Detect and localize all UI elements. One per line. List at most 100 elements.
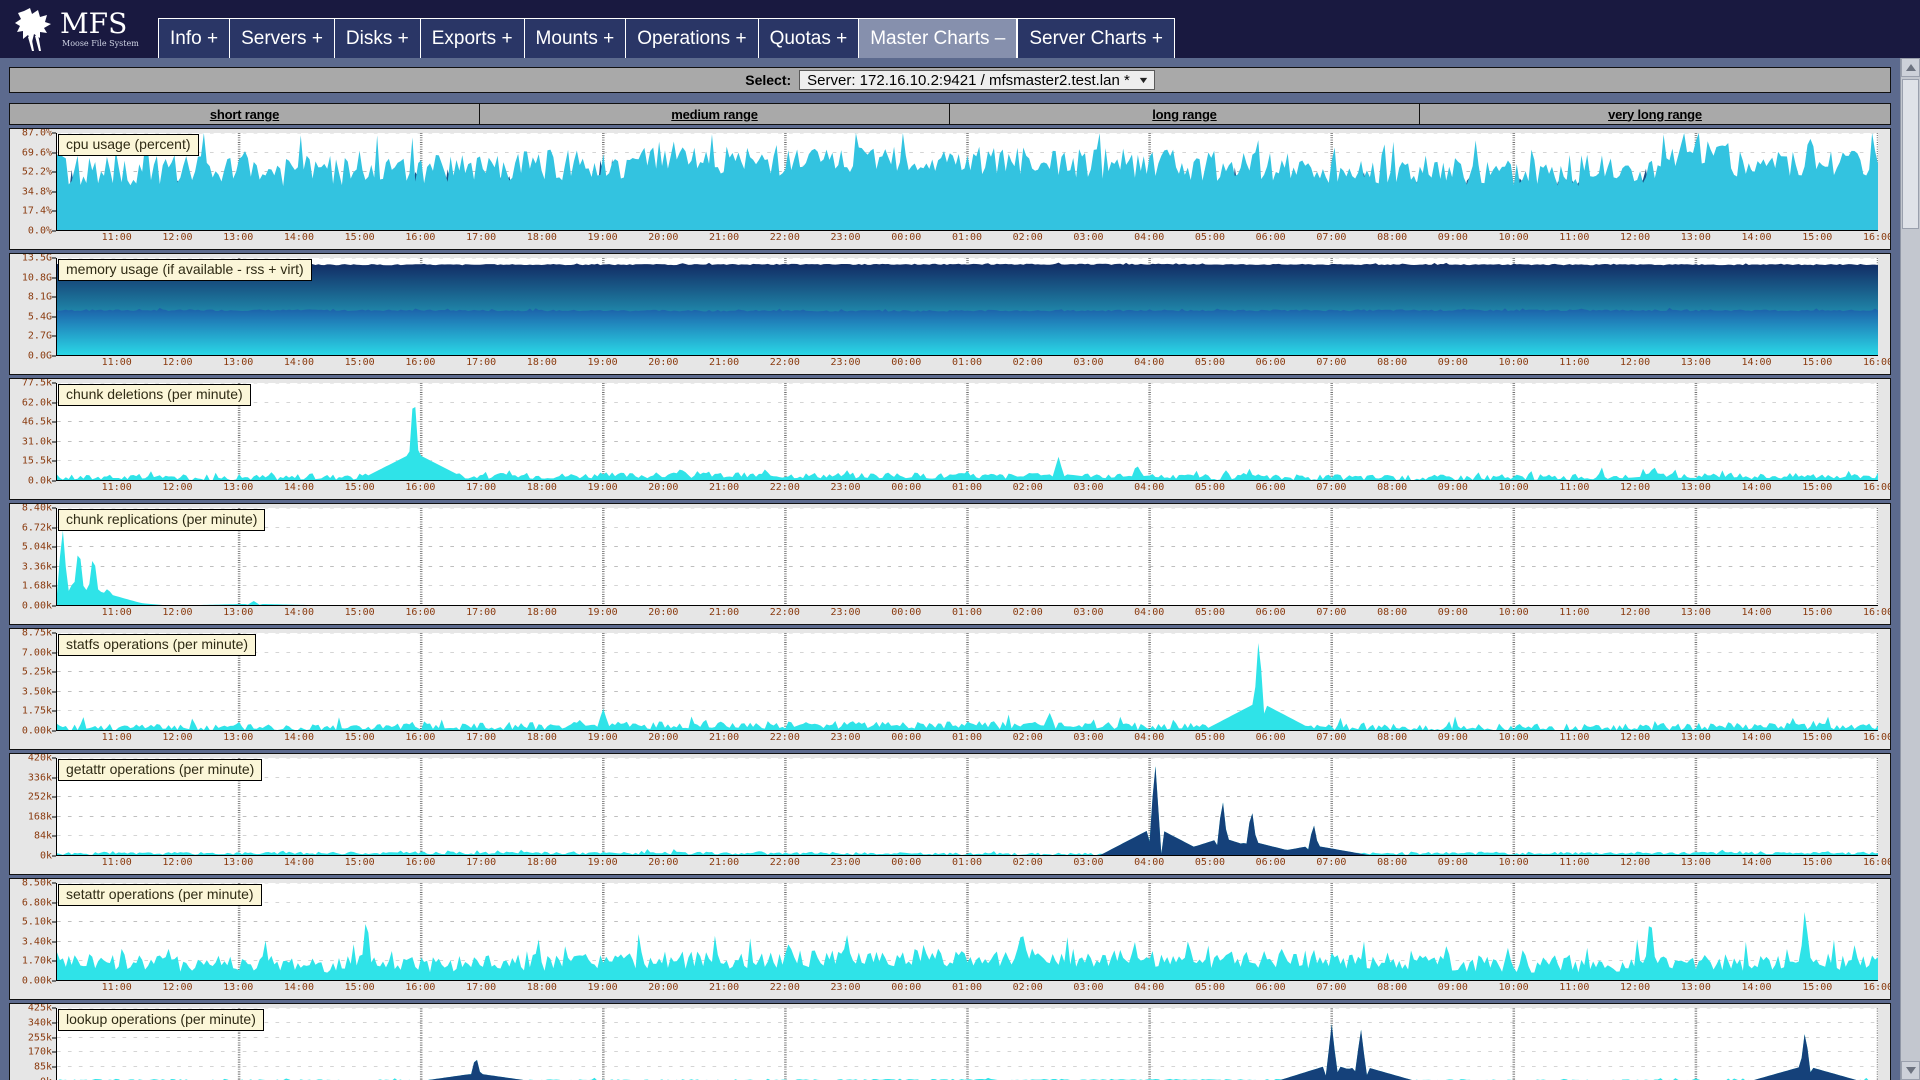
x-tick-label: 16:00 (405, 232, 436, 243)
y-tick-label: 8.50k (21, 878, 52, 889)
tab-exports[interactable]: Exports + (419, 18, 524, 58)
x-tick-label: 03:00 (1073, 982, 1104, 993)
x-tick-label: 09:00 (1437, 232, 1468, 243)
x-tick-label: 06:00 (1255, 732, 1286, 743)
x-tick-label: 19:00 (587, 732, 618, 743)
tab-quotas[interactable]: Quotas + (757, 18, 859, 58)
server-select-dropdown[interactable]: Server: 172.16.10.2:9421 / mfsmaster2.te… (799, 70, 1155, 90)
scrollbar-thumb[interactable] (1902, 79, 1919, 229)
chart-cpu-usage[interactable]: 0.0% 17.4% 34.8% 52.2% 69.6% 87.0% cpu usage (… (9, 128, 1891, 250)
range-medium[interactable]: medium range (671, 107, 758, 122)
y-tick-label: 5.10k (21, 916, 52, 928)
y-tick-mark (52, 652, 56, 654)
x-tick-label: 14:00 (1741, 982, 1772, 993)
server-select-value: Server: 172.16.10.2:9421 / mfsmaster2.te… (807, 71, 1130, 89)
server-select-bar: Select: Server: 172.16.10.2:9421 / mfsma… (9, 67, 1891, 93)
tab-mounts[interactable]: Mounts + (523, 18, 626, 58)
x-tick-label: 03:00 (1073, 857, 1104, 868)
tab-operations[interactable]: Operations + (625, 18, 758, 58)
range-long[interactable]: long range (1152, 107, 1217, 122)
x-tick-label: 18:00 (526, 857, 557, 868)
x-tick-label: 23:00 (830, 857, 861, 868)
x-tick-label: 16:00 (1862, 232, 1891, 243)
x-tick-label: 05:00 (1194, 982, 1225, 993)
x-tick-label: 18:00 (526, 232, 557, 243)
chart-chunk-replications-x-axis: 11:00 12:00 13:00 14:00 15:00 16:00 17:00 18:00… (56, 606, 1890, 624)
charts-container: 0.0% 17.4% 34.8% 52.2% 69.6% 87.0% cpu usage (… (9, 128, 1911, 1080)
x-tick-label: 16:00 (1862, 607, 1891, 618)
y-tick-label: 420k (27, 753, 52, 764)
chart-getattr-operations[interactable]: 0k 84k 168k 252k 336k 420k getattr operations … (9, 753, 1891, 875)
y-tick-label: 10.8G (21, 272, 52, 284)
x-tick-label: 15:00 (344, 982, 375, 993)
vertical-scrollbar[interactable] (1900, 58, 1920, 1080)
y-tick-mark (52, 691, 56, 693)
y-tick-label: 1.70k (21, 955, 52, 967)
chart-statfs-operations-plot-area (56, 633, 1878, 731)
y-tick-label: 340k (27, 1017, 52, 1029)
y-tick-mark (52, 796, 56, 798)
y-tick-label: 46.5k (21, 416, 52, 428)
chart-getattr-operations-y-axis: 0k 84k 168k 252k 336k 420k (10, 753, 56, 874)
x-tick-label: 11:00 (1559, 232, 1590, 243)
chart-setattr-operations-title: setattr operations (per minute) (58, 884, 262, 906)
x-tick-label: 14:00 (283, 607, 314, 618)
tab-master-charts[interactable]: Master Charts – (858, 18, 1018, 58)
y-tick-mark (52, 507, 56, 509)
chart-cpu-usage-series-1 (57, 133, 1878, 230)
x-tick-label: 08:00 (1377, 732, 1408, 743)
x-tick-label: 20:00 (648, 982, 679, 993)
x-tick-label: 13:00 (1680, 857, 1711, 868)
range-very-long-cell: very long range (1420, 104, 1890, 124)
y-tick-mark (52, 710, 56, 712)
scroll-down-arrow[interactable] (1901, 1061, 1920, 1080)
x-tick-label: 17:00 (466, 482, 497, 493)
x-tick-label: 12:00 (162, 857, 193, 868)
chart-cpu-usage-x-axis: 11:00 12:00 13:00 14:00 15:00 16:00 17:00 18:00… (56, 231, 1890, 249)
y-tick-mark (52, 816, 56, 818)
x-tick-label: 20:00 (648, 857, 679, 868)
y-tick-label: 0.00k (21, 725, 52, 737)
x-tick-label: 07:00 (1316, 732, 1347, 743)
chart-getattr-operations-series-1 (57, 766, 1878, 855)
x-tick-label: 23:00 (830, 607, 861, 618)
y-tick-mark (52, 1022, 56, 1024)
chart-setattr-operations[interactable]: 0.00k 1.70k 3.40k 5.10k 6.80k 8.50k setattr op… (9, 878, 1891, 1000)
chart-chunk-replications-plot-area (56, 508, 1878, 606)
x-tick-label: 22:00 (769, 482, 800, 493)
chart-chunk-replications[interactable]: 0.00k 1.68k 3.36k 5.04k 6.72k 8.40k chunk repl… (9, 503, 1891, 625)
x-tick-label: 18:00 (526, 607, 557, 618)
chart-lookup-operations[interactable]: 0k 85k 170k 255k 340k 425k lookup operations (… (9, 1003, 1891, 1080)
x-tick-label: 22:00 (769, 357, 800, 368)
mfs-logo[interactable]: MFS Moose File System (8, 2, 150, 58)
x-tick-label: 07:00 (1316, 357, 1347, 368)
x-tick-label: 20:00 (648, 482, 679, 493)
x-tick-label: 16:00 (405, 482, 436, 493)
chart-chunk-replications-title: chunk replications (per minute) (58, 509, 266, 531)
x-tick-label: 11:00 (1559, 607, 1590, 618)
x-tick-label: 22:00 (769, 232, 800, 243)
chart-memory-usage[interactable]: 0.0G 2.7G 5.4G 8.1G 10.8G 13.5G memory usage (… (9, 253, 1891, 375)
chart-statfs-operations-y-axis: 0.00k 1.75k 3.50k 5.25k 7.00k 8.75k (10, 628, 56, 749)
y-tick-label: 8.75k (21, 628, 52, 639)
x-tick-label: 17:00 (466, 232, 497, 243)
scroll-up-arrow[interactable] (1901, 58, 1920, 77)
x-tick-label: 02:00 (1012, 357, 1043, 368)
x-tick-label: 07:00 (1316, 982, 1347, 993)
range-very-long[interactable]: very long range (1608, 107, 1702, 122)
svg-text:Moose File System: Moose File System (62, 39, 139, 48)
x-tick-label: 15:00 (1802, 232, 1833, 243)
tab-server-charts[interactable]: Server Charts + (1017, 18, 1175, 58)
tab-disks[interactable]: Disks + (333, 18, 420, 58)
tab-info[interactable]: Info + (158, 18, 230, 58)
y-tick-mark (52, 230, 56, 232)
chart-statfs-operations[interactable]: 0.00k 1.75k 3.50k 5.25k 7.00k 8.75k statfs ope… (9, 628, 1891, 750)
y-tick-label: 5.4G (27, 311, 52, 323)
range-short[interactable]: short range (210, 107, 280, 122)
tab-servers[interactable]: Servers + (229, 18, 334, 58)
y-tick-label: 85k (33, 1061, 52, 1073)
x-tick-label: 08:00 (1377, 482, 1408, 493)
x-tick-label: 14:00 (1741, 607, 1772, 618)
chart-chunk-deletions[interactable]: 0.0k 15.5k 31.0k 46.5k 62.0k 77.5k chunk delet… (9, 378, 1891, 500)
x-tick-label: 20:00 (648, 357, 679, 368)
